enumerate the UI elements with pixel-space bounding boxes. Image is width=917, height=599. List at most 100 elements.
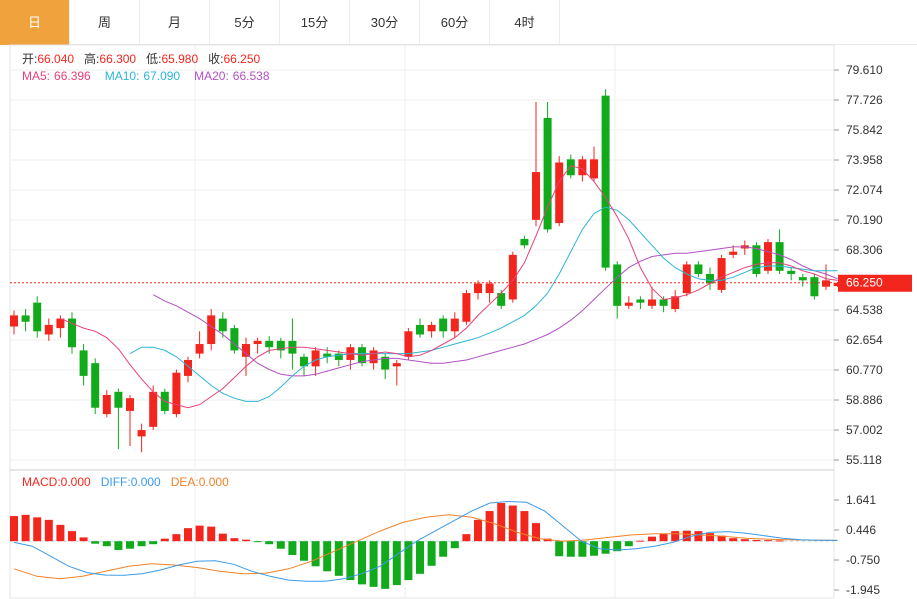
macd-bar: [126, 541, 134, 549]
macd-bar: [369, 541, 378, 587]
candle: [752, 242, 761, 278]
candle: [288, 318, 297, 370]
price-tick-label: 57.002: [846, 423, 883, 437]
macd-bar: [44, 519, 53, 542]
macd-bar: [102, 541, 111, 547]
grid-lines: [9, 44, 835, 599]
ma10-line: [129, 206, 838, 402]
candle: [416, 318, 424, 338]
macd-bar: [91, 541, 100, 544]
svg-text:MACD:0.000DIFF:0.000DEA:0.000: MACD:0.000 DIFF:0.000 DEA:0.000: [22, 475, 229, 489]
candle-body: [230, 328, 239, 351]
candle: [392, 359, 401, 386]
candle-body: [590, 159, 598, 179]
macd-bar: [242, 539, 250, 542]
candle: [195, 331, 204, 359]
candle: [265, 336, 274, 354]
macd-tick-label: 0.446: [846, 523, 876, 537]
candle-body: [91, 363, 100, 408]
candle: [520, 235, 529, 249]
candle: [44, 318, 53, 341]
macd-bar: [323, 541, 332, 572]
candle-body: [682, 264, 691, 294]
macd-bar: [450, 541, 459, 549]
candle-body: [694, 264, 703, 274]
macd-bar: [694, 531, 703, 542]
candle-body: [44, 324, 53, 335]
macd-bar: [706, 533, 714, 542]
svg-text:开:66.040高:66.300低:65.980收:66.2: 开:66.040 高:66.300 低:65.980 收:66.250: [22, 51, 261, 66]
candle-body: [184, 359, 192, 376]
candle-body: [369, 350, 378, 364]
macd-bar: [520, 511, 529, 542]
macd-bar: [508, 505, 517, 542]
candle: [706, 267, 714, 290]
candle-body: [392, 363, 401, 367]
candle-body: [450, 318, 459, 332]
candle: [207, 309, 216, 351]
macd-bar: [485, 511, 494, 542]
candlesticks: [10, 89, 842, 453]
candle: [624, 296, 633, 310]
candle: [450, 312, 459, 338]
macd-bar: [764, 540, 772, 542]
macd-bar: [114, 541, 123, 550]
price-tick-label: 68.306: [846, 243, 883, 257]
legend-ohlc: 开:66.040 高:66.300 低:65.980 收:66.250: [22, 51, 261, 66]
macd-bar: [497, 503, 506, 542]
candle: [532, 102, 540, 227]
candle: [404, 328, 413, 360]
macd-bar: [265, 541, 274, 545]
candle: [79, 344, 88, 386]
candle: [439, 315, 448, 338]
macd-bar: [172, 534, 181, 542]
candle: [10, 310, 18, 335]
candle: [33, 296, 42, 338]
macd-bar: [555, 541, 564, 557]
price-tick-label: 64.538: [846, 303, 883, 317]
dea-line: [13, 514, 838, 580]
candle-body: [822, 280, 830, 287]
candle-body: [508, 254, 517, 300]
kline-chart: 79.610 77.726 75.842 73.958 72.074 70.190 68.3…: [9, 44, 912, 599]
candle: [648, 286, 656, 310]
candle: [462, 289, 471, 325]
macd-bar: [218, 533, 227, 542]
price-tick-label: 70.190: [846, 213, 883, 227]
macd-bar: [253, 541, 262, 543]
macd-bar: [775, 540, 784, 542]
candle-body: [311, 350, 320, 367]
macd-bar: [601, 541, 610, 554]
candle-body: [79, 350, 88, 376]
candle: [91, 358, 100, 415]
price-tick-label: 73.958: [846, 153, 883, 167]
macd-bar: [21, 514, 30, 542]
candle-body: [729, 251, 738, 255]
candle: [126, 395, 134, 446]
macd-bar: [358, 541, 366, 585]
candle: [218, 312, 227, 338]
candle-body: [648, 299, 656, 306]
candle-body: [126, 398, 134, 411]
candle-body: [102, 395, 111, 415]
macd-bar: [137, 541, 146, 547]
macd-bar: [230, 538, 239, 542]
macd-tick-label: -1.945: [846, 583, 880, 597]
candle-body: [520, 238, 529, 246]
candle-body: [33, 302, 42, 332]
candle-body: [253, 340, 262, 345]
candle-body: [613, 264, 622, 306]
candle-body: [114, 391, 123, 408]
macd-bar: [33, 517, 42, 542]
macd-bar: [671, 531, 680, 542]
candle-body: [717, 258, 726, 290]
candle-body: [416, 324, 424, 335]
macd-bar: [474, 519, 482, 542]
macd-bar: [636, 540, 645, 542]
candle: [601, 89, 610, 271]
candle-body: [439, 318, 448, 332]
candle-body: [485, 283, 494, 294]
macd-bar: [682, 530, 691, 542]
macd-tick-label: -0.750: [846, 553, 880, 567]
macd-bar: [416, 541, 424, 574]
